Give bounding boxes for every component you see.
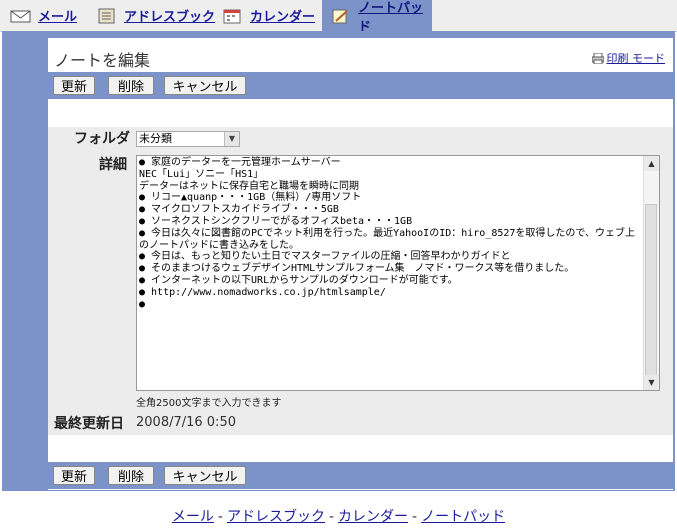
delete-button-bottom[interactable]: 削除 bbox=[108, 466, 154, 485]
notepad-icon bbox=[330, 8, 352, 24]
scroll-thumb[interactable] bbox=[645, 204, 657, 376]
print-mode-link[interactable]: 印刷 モード bbox=[591, 50, 666, 66]
tab-mail-label: メール bbox=[38, 10, 78, 25]
tab-calendar[interactable]: カレンダー bbox=[222, 0, 315, 31]
cancel-button[interactable]: キャンセル bbox=[164, 76, 246, 95]
calendar-icon bbox=[222, 8, 244, 24]
footer-link-address-book[interactable]: アドレスブック bbox=[227, 509, 325, 525]
tab-mail[interactable]: メール bbox=[10, 0, 77, 31]
footer-link-calendar[interactable]: カレンダー bbox=[338, 509, 408, 525]
footer-nav: メール - アドレスブック - カレンダー - ノートパッド bbox=[0, 506, 677, 526]
tab-bar: メール アドレスブック カレンダー ノートパッド bbox=[0, 0, 677, 35]
title-bar: ノートを編集 印刷 モード bbox=[48, 38, 673, 72]
detail-textarea[interactable]: ● 家庭のデーターを一元管理ホームサーバー NEC「Lui」ソニー「HS1」 デ… bbox=[136, 155, 660, 391]
delete-button[interactable]: 削除 bbox=[108, 76, 154, 95]
detail-scrollbar[interactable]: ▲ ▼ bbox=[643, 156, 659, 390]
scroll-down-icon[interactable]: ▼ bbox=[644, 375, 659, 390]
chevron-down-icon: ▼ bbox=[224, 132, 239, 146]
footer-separator: - bbox=[217, 509, 223, 525]
tab-calendar-label: カレンダー bbox=[250, 10, 316, 25]
tab-address-book[interactable]: アドレスブック bbox=[96, 0, 215, 31]
char-limit-note: 全角2500文字まで入力できます bbox=[136, 398, 282, 409]
folder-select[interactable]: 未分類 ▼ bbox=[136, 131, 240, 147]
bottom-toolbar: 更新 削除 キャンセル bbox=[48, 462, 673, 489]
detail-label: 詳細 bbox=[99, 157, 127, 173]
print-mode-label: 印刷 モード bbox=[606, 52, 666, 65]
footer-link-notepad[interactable]: ノートパッド bbox=[421, 509, 505, 525]
detail-text: ● 家庭のデーターを一元管理ホームサーバー NEC「Lui」ソニー「HS1」 デ… bbox=[139, 157, 636, 310]
mail-icon bbox=[10, 8, 32, 24]
address-book-icon bbox=[96, 8, 118, 24]
folder-select-value: 未分類 bbox=[139, 132, 172, 145]
printer-icon bbox=[591, 52, 604, 64]
top-toolbar: 更新 削除 キャンセル bbox=[48, 72, 673, 99]
scroll-up-icon[interactable]: ▲ bbox=[644, 156, 659, 171]
update-button-bottom[interactable]: 更新 bbox=[53, 466, 95, 485]
footer-link-mail[interactable]: メール bbox=[172, 509, 214, 525]
footer-separator: - bbox=[328, 509, 335, 525]
tab-address-book-label: アドレスブック bbox=[124, 10, 216, 25]
folder-label: フォルダ bbox=[74, 131, 130, 147]
page-title: ノートを編集 bbox=[54, 51, 151, 70]
last-updated-label: 最終更新日 bbox=[54, 416, 124, 432]
note-form: フォルダ 未分類 ▼ 詳細 ● 家庭のデーターを一元管理ホームサーバー NEC「… bbox=[48, 127, 673, 435]
footer-separator: - bbox=[412, 509, 418, 525]
update-button[interactable]: 更新 bbox=[53, 76, 95, 95]
tab-notepad[interactable]: ノートパッド bbox=[322, 0, 432, 35]
cancel-button-bottom[interactable]: キャンセル bbox=[164, 466, 246, 485]
tab-notepad-label: ノートパッド bbox=[358, 0, 424, 35]
note-edit-panel: ノートを編集 印刷 モード 更新 削除 キャンセル フォルダ 未分類 ▼ 詳細 … bbox=[48, 38, 673, 490]
last-updated-value: 2008/7/16 0:50 bbox=[136, 415, 236, 430]
